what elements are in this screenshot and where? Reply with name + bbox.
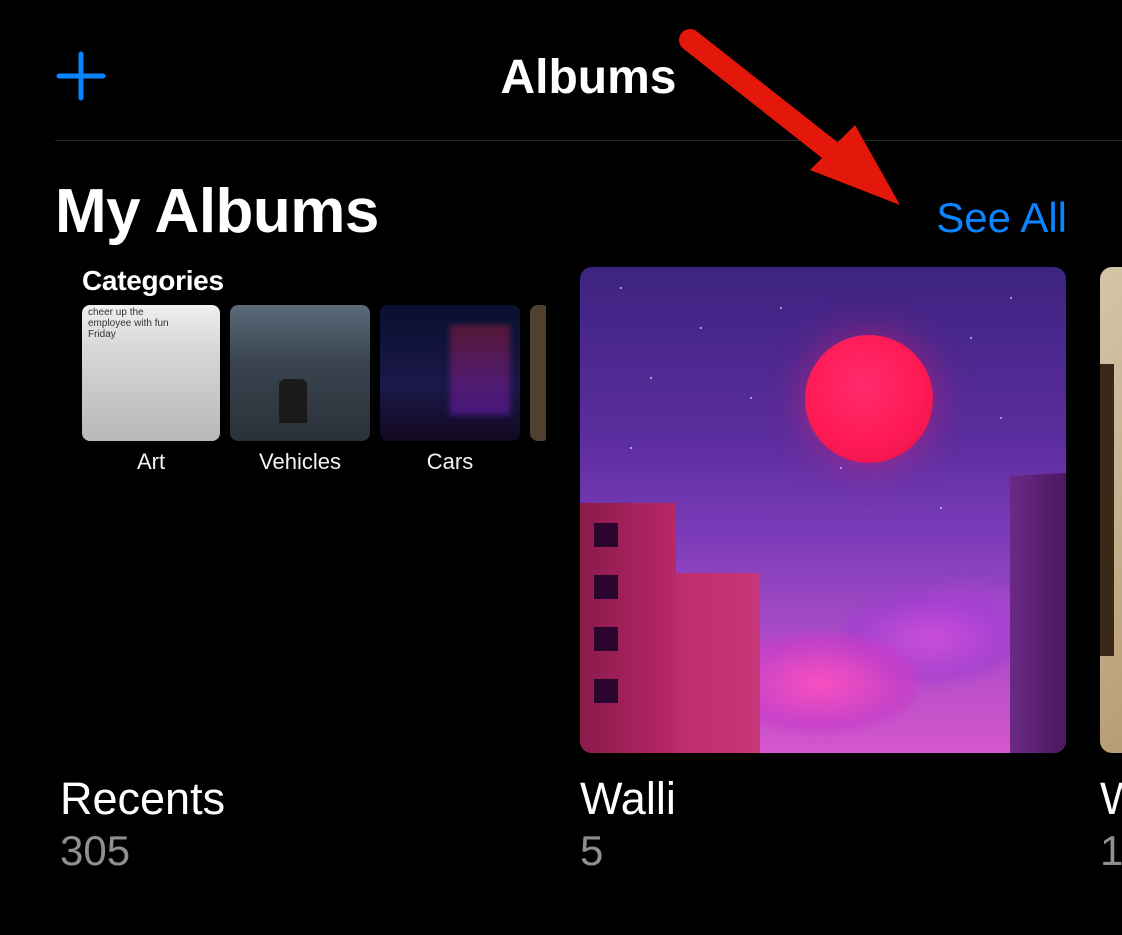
page-title: Albums: [110, 50, 1067, 105]
category-tile: Vehicles: [230, 305, 370, 475]
category-tile: Cars: [380, 305, 520, 475]
album-thumbnail: [580, 267, 1066, 753]
album-walli[interactable]: Walli 5: [580, 267, 1066, 875]
album-name: W: [1100, 773, 1122, 825]
album-recents[interactable]: Categories cheer up the employee with fu…: [60, 267, 546, 875]
category-tile: [530, 305, 546, 475]
nav-header: Albums: [55, 0, 1122, 141]
see-all-link[interactable]: See All: [936, 194, 1067, 242]
album-name: Recents: [60, 773, 546, 825]
section-title: My Albums: [55, 176, 379, 247]
album-thumbnail: [1100, 267, 1122, 753]
album-count: 5: [580, 827, 1066, 875]
categories-label: Categories: [82, 267, 224, 297]
albums-row: Categories cheer up the employee with fu…: [0, 267, 1122, 875]
album-count: 1: [1100, 827, 1122, 875]
album-count: 305: [60, 827, 546, 875]
album-name: Walli: [580, 773, 1066, 825]
section-header: My Albums See All: [0, 141, 1122, 267]
album-partial[interactable]: W 1: [1100, 267, 1122, 875]
category-tile: cheer up the employee with fun Friday Ar…: [82, 305, 220, 475]
album-thumbnail: Categories cheer up the employee with fu…: [60, 267, 546, 753]
